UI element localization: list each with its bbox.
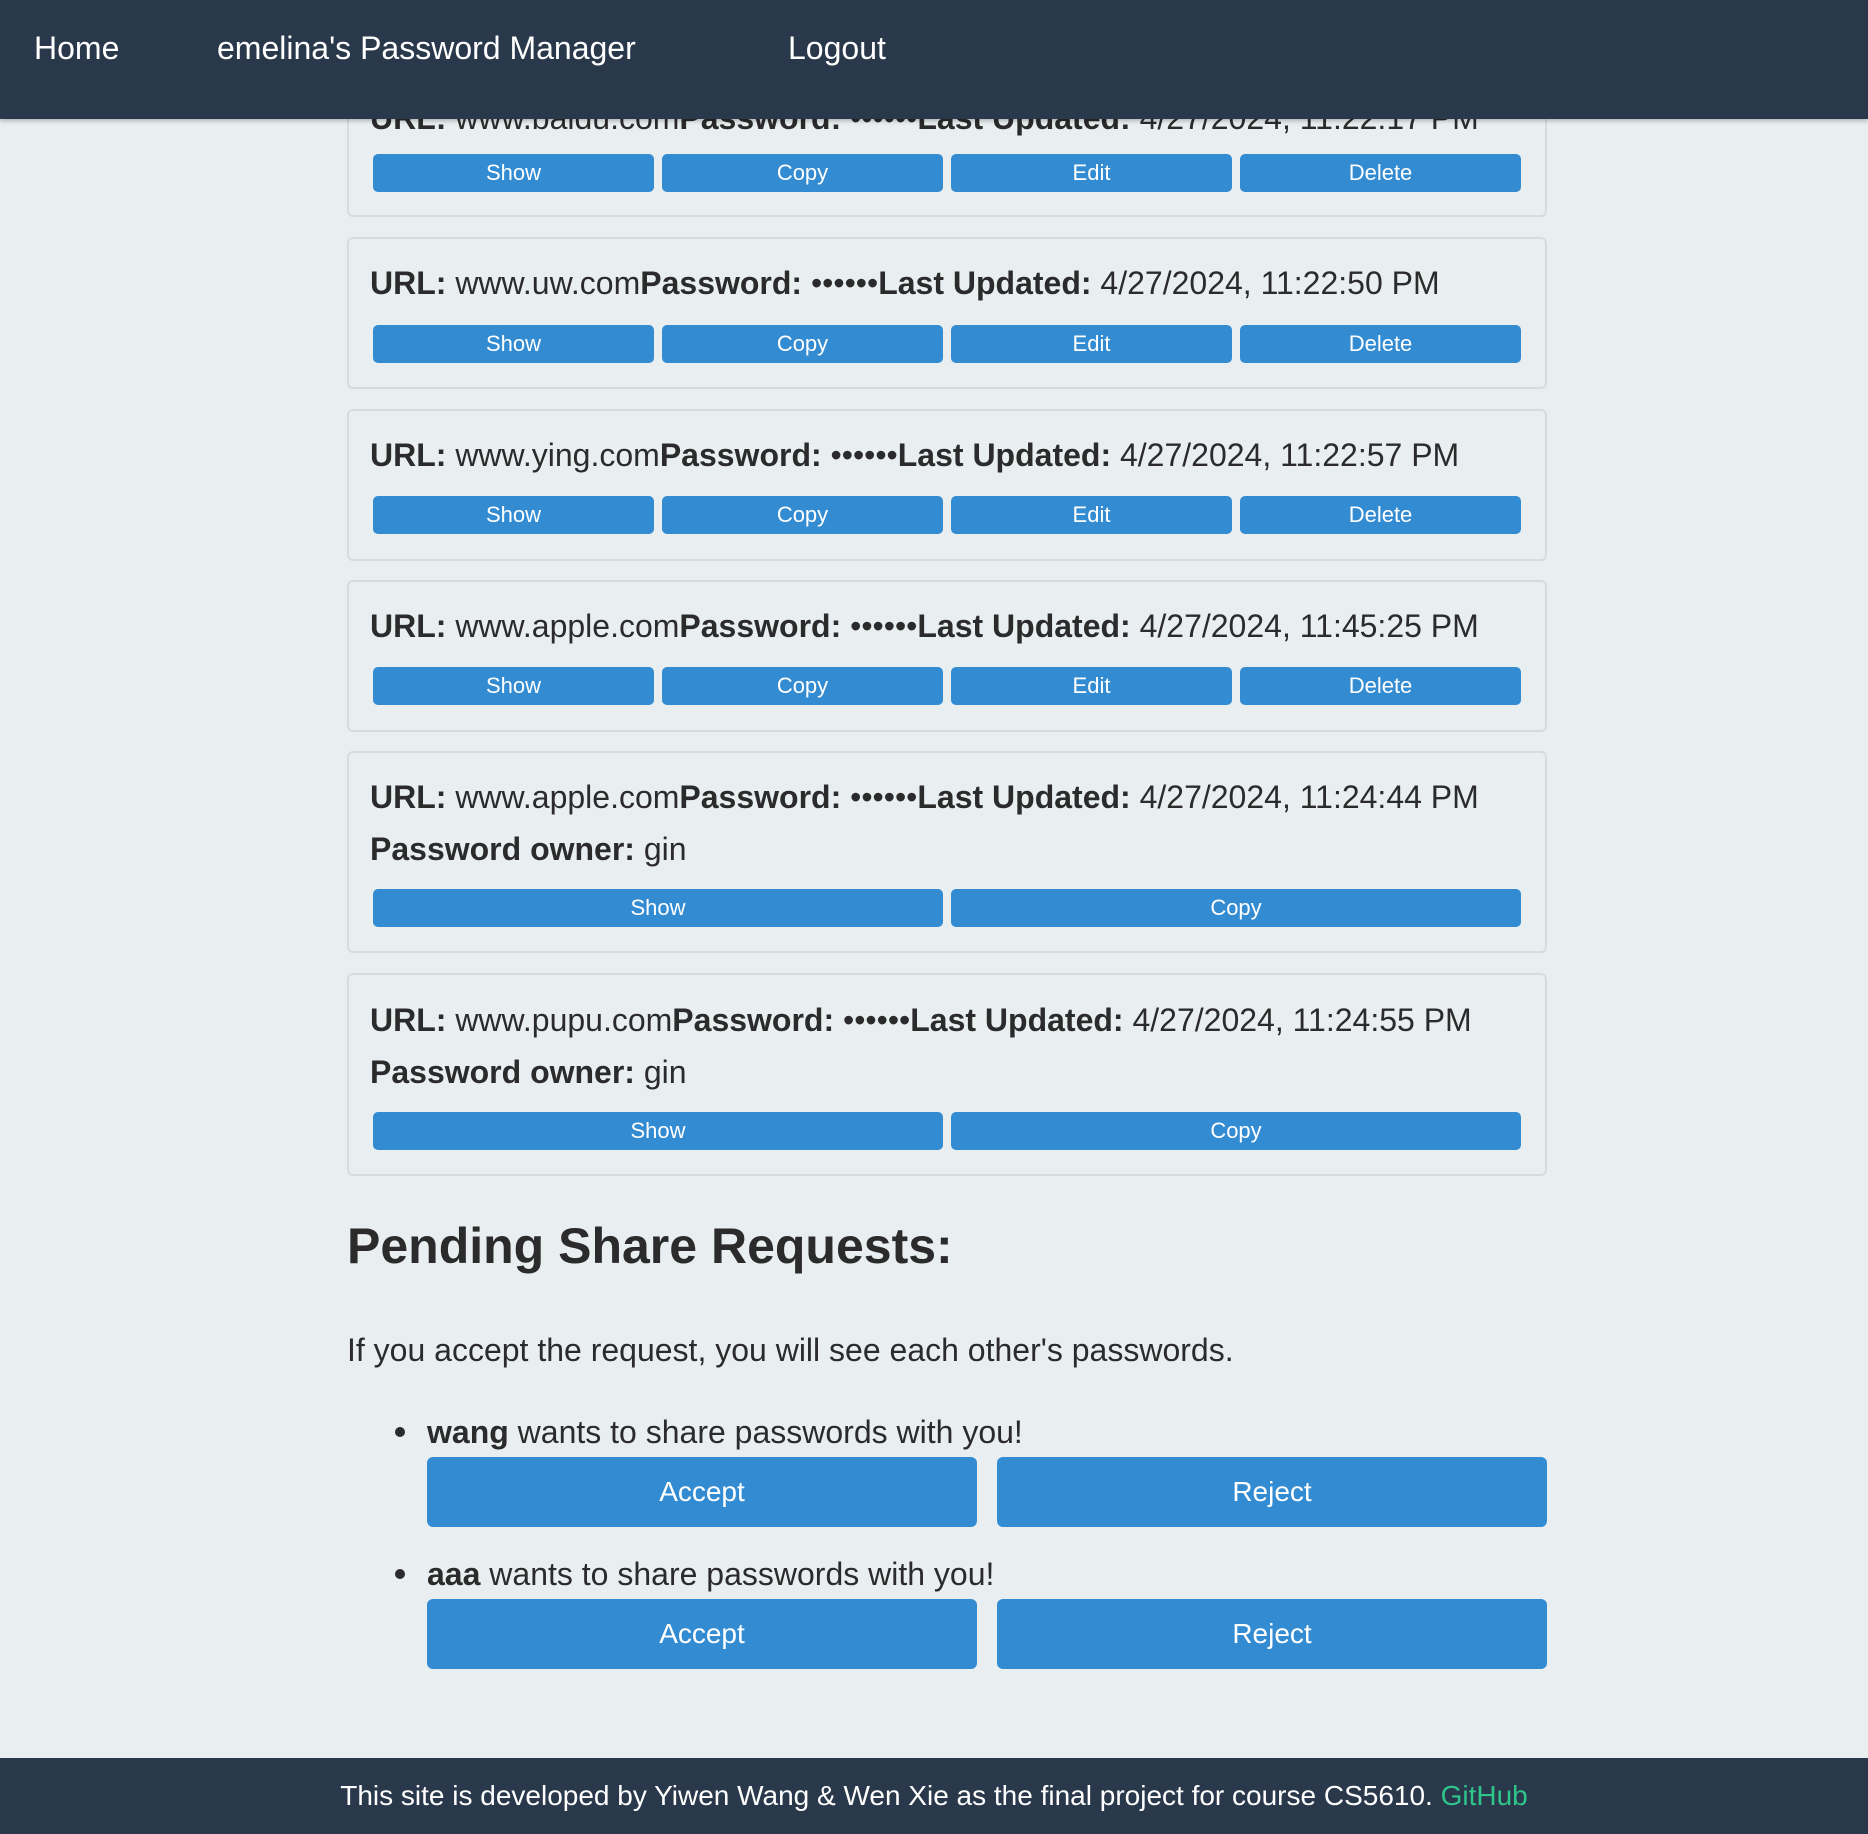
last-updated-label: Last Updated:: [897, 437, 1112, 473]
top-navbar: Home emelina's Password Manager Logout: [0, 0, 1868, 119]
accept-button[interactable]: Accept: [427, 1599, 977, 1669]
last-updated-label: Last Updated:: [917, 608, 1131, 644]
show-button[interactable]: Show: [373, 667, 654, 705]
last-updated-value: 4/27/2024, 11:24:44 PM: [1139, 779, 1479, 815]
url-label: URL:: [370, 1002, 447, 1038]
password-value: ••••••: [843, 1002, 911, 1038]
github-link[interactable]: GitHub: [1441, 1780, 1528, 1811]
copy-button[interactable]: Copy: [662, 496, 943, 534]
last-updated-value: 4/27/2024, 11:22:50 PM: [1100, 265, 1440, 301]
copy-button[interactable]: Copy: [662, 154, 943, 192]
share-request-text: wang wants to share passwords with you!: [427, 1414, 1577, 1450]
last-updated-label: Last Updated:: [917, 779, 1131, 815]
url-value: www.uw.com: [455, 265, 641, 301]
password-label: Password:: [679, 608, 842, 644]
delete-button[interactable]: Delete: [1240, 496, 1521, 534]
delete-button[interactable]: Delete: [1240, 667, 1521, 705]
password-value: ••••••: [830, 437, 898, 473]
password-label: Password:: [679, 779, 842, 815]
share-request-actions: Accept Reject: [427, 1599, 1547, 1669]
copy-button[interactable]: Copy: [662, 325, 943, 363]
card-actions: Show Copy: [373, 889, 1521, 927]
show-button[interactable]: Show: [373, 154, 654, 192]
url-value: www.ying.com: [455, 437, 660, 473]
share-request-item: aaa wants to share passwords with you! A…: [395, 1556, 1547, 1669]
edit-button[interactable]: Edit: [951, 325, 1232, 363]
delete-button[interactable]: Delete: [1240, 325, 1521, 363]
url-value: www.pupu.com: [455, 1002, 673, 1038]
last-updated-value: 4/27/2024, 11:45:25 PM: [1139, 608, 1479, 644]
nav-logout-link[interactable]: Logout: [788, 30, 886, 66]
url-value: www.apple.com: [455, 608, 680, 644]
last-updated-value: 4/27/2024, 11:24:55 PM: [1132, 1002, 1472, 1038]
card-actions: Show Copy Edit Delete: [373, 325, 1521, 363]
url-label: URL:: [370, 779, 447, 815]
requester-name: wang: [427, 1414, 509, 1450]
bullet-icon: [395, 1427, 405, 1437]
card-actions: Show Copy Edit Delete: [373, 667, 1521, 705]
share-request-actions: Accept Reject: [427, 1457, 1547, 1527]
reject-button[interactable]: Reject: [997, 1457, 1547, 1527]
password-card: URL: www.uw.comPassword: ••••••Last Upda…: [347, 237, 1547, 389]
password-card: URL: www.ying.comPassword: ••••••Last Up…: [347, 409, 1547, 561]
password-owner-line: Password owner: gin: [370, 1054, 687, 1090]
edit-button[interactable]: Edit: [951, 496, 1232, 534]
share-request-text: aaa wants to share passwords with you!: [427, 1556, 1577, 1592]
owner-value: gin: [643, 1054, 687, 1090]
show-button[interactable]: Show: [373, 889, 943, 927]
footer-text: This site is developed by Yiwen Wang & W…: [340, 1780, 1433, 1811]
delete-button[interactable]: Delete: [1240, 154, 1521, 192]
url-value: www.apple.com: [455, 779, 680, 815]
password-value: ••••••: [810, 265, 879, 301]
password-entry-line: URL: www.uw.comPassword: ••••••Last Upda…: [370, 265, 1440, 301]
last-updated-value: 4/27/2024, 11:22:57 PM: [1119, 437, 1460, 473]
pending-requests-title: Pending Share Requests:: [347, 1218, 953, 1274]
password-entry-line: URL: www.apple.comPassword: ••••••Last U…: [370, 608, 1479, 644]
reject-button[interactable]: Reject: [997, 1599, 1547, 1669]
accept-button[interactable]: Accept: [427, 1457, 977, 1527]
owner-value: gin: [643, 831, 687, 867]
show-button[interactable]: Show: [373, 325, 654, 363]
pending-requests-description: If you accept the request, you will see …: [347, 1332, 1234, 1368]
card-actions: Show Copy Edit Delete: [373, 496, 1521, 534]
password-owner-line: Password owner: gin: [370, 831, 687, 867]
share-request-message: wants to share passwords with you!: [489, 1556, 995, 1592]
password-entry-line: URL: www.pupu.comPassword: ••••••Last Up…: [370, 1002, 1472, 1038]
nav-app-title[interactable]: emelina's Password Manager: [217, 30, 636, 66]
requester-name: aaa: [427, 1556, 481, 1592]
bullet-icon: [395, 1569, 405, 1579]
copy-button[interactable]: Copy: [951, 1112, 1521, 1150]
share-request-message: wants to share passwords with you!: [517, 1414, 1023, 1450]
show-button[interactable]: Show: [373, 496, 654, 534]
password-label: Password:: [640, 265, 803, 301]
password-value: ••••••: [850, 608, 918, 644]
card-actions: Show Copy Edit Delete: [373, 154, 1521, 192]
card-actions: Show Copy: [373, 1112, 1521, 1150]
url-label: URL:: [370, 608, 447, 644]
owner-label: Password owner:: [370, 1054, 635, 1090]
last-updated-label: Last Updated:: [878, 265, 1092, 301]
url-label: URL:: [370, 437, 447, 473]
password-label: Password:: [672, 1002, 835, 1038]
shared-password-card: URL: www.pupu.comPassword: ••••••Last Up…: [347, 973, 1547, 1176]
last-updated-label: Last Updated:: [910, 1002, 1124, 1038]
footer: This site is developed by Yiwen Wang & W…: [0, 1758, 1868, 1834]
password-value: ••••••: [850, 779, 918, 815]
edit-button[interactable]: Edit: [951, 667, 1232, 705]
password-entry-line: URL: www.apple.comPassword: ••••••Last U…: [370, 779, 1479, 815]
edit-button[interactable]: Edit: [951, 154, 1232, 192]
copy-button[interactable]: Copy: [662, 667, 943, 705]
share-request-item: wang wants to share passwords with you! …: [395, 1414, 1547, 1527]
password-entry-line: URL: www.ying.comPassword: ••••••Last Up…: [370, 437, 1459, 473]
show-button[interactable]: Show: [373, 1112, 943, 1150]
owner-label: Password owner:: [370, 831, 635, 867]
password-card: URL: www.apple.comPassword: ••••••Last U…: [347, 580, 1547, 732]
nav-home-link[interactable]: Home: [34, 30, 119, 66]
copy-button[interactable]: Copy: [951, 889, 1521, 927]
shared-password-card: URL: www.apple.comPassword: ••••••Last U…: [347, 751, 1547, 953]
password-label: Password:: [659, 437, 822, 473]
url-label: URL:: [370, 265, 447, 301]
